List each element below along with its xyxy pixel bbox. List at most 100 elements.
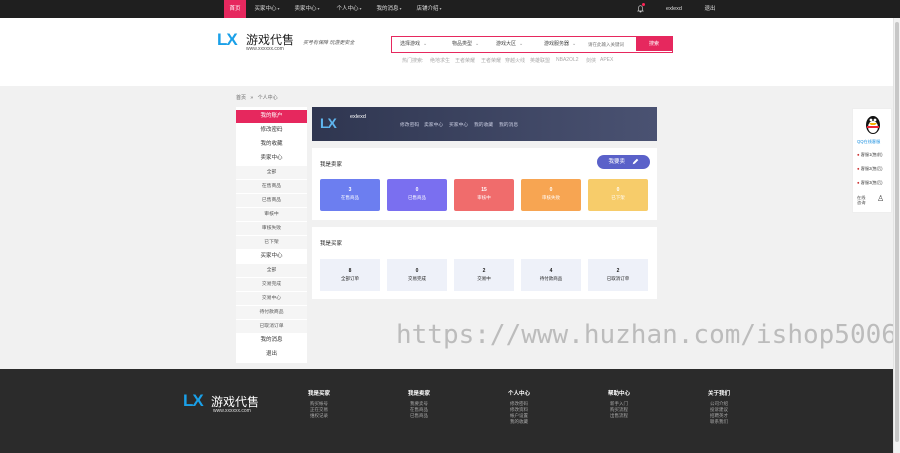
bell-icon[interactable] [634,0,646,18]
stat-label: 在售商品 [341,195,359,200]
sidebar-item[interactable]: 我的账户 [236,110,307,123]
nav-messages[interactable]: 我的消息▾ [374,0,404,18]
sidebar-item[interactable]: 已下架 [236,236,307,249]
stat-value: 2 [482,268,486,274]
footer-link[interactable]: 联系我们 [694,419,744,425]
profile-link-messages[interactable]: 我的消息 [499,121,518,128]
seller-stat-card[interactable]: 0 已售商品 [387,179,447,211]
breadcrumb-current: 个人中心 [257,95,278,101]
select-label: 选择游戏 [400,41,421,47]
stat-value: 2 [616,268,620,274]
footer-column-title: 帮助中心 [607,391,630,397]
seller-stat-card[interactable]: 0 审核失败 [521,179,581,211]
nav-seller-center[interactable]: 卖家中心▾ [292,0,322,18]
breadcrumb-home[interactable]: 首页 [236,95,246,101]
stat-value: 4 [549,268,553,274]
sidebar-item[interactable]: 在售商品 [236,180,307,193]
stat-value: 15 [481,187,487,193]
username-link[interactable]: exlexd [660,0,688,18]
logo-mark: LX [217,30,238,49]
sidebar-item[interactable]: 修改密码 [236,124,307,137]
nav-buyer-center[interactable]: 买家中心▾ [252,0,282,18]
service-item[interactable]: ● 客服3(售后) [857,180,883,186]
footer-link[interactable]: 已售商品 [394,413,444,419]
site-logo[interactable]: LX 游戏代售 www.xxxxxx.com [217,30,294,52]
footer-column: 我是买家 购买帐号 正在交易 维权记录 [294,389,344,419]
profile-link-password[interactable]: 修改密码 [400,121,419,128]
search-button-label: 搜索 [648,41,659,47]
sidebar-item[interactable]: 审核失败 [236,222,307,235]
sidebar-item[interactable]: 交易完成 [236,278,307,291]
footer-column: 关于我们 公司介绍 投诉建议 招聘英才 联系我们 [694,389,744,425]
service-label: 客服3(售后) [860,180,883,185]
online-consult-button[interactable]: 在线 咨询 [857,195,865,205]
nav-personal-center[interactable]: 个人中心▾ [334,0,364,18]
hot-search-item[interactable]: 穿越火线 [505,57,525,64]
sidebar-item[interactable]: 待付款商品 [236,306,307,319]
footer-link[interactable]: 维权记录 [294,413,344,419]
seller-stat-card[interactable]: 3 在售商品 [320,179,380,211]
sidebar-item[interactable]: 全部 [236,264,307,277]
sell-button[interactable]: 我要卖 [597,155,650,169]
site-footer: LX 游戏代售 www.xxxxxx.com 我是买家 购买帐号 正在交易 维权记录我… [0,369,900,453]
item-type-select[interactable]: 物品类型 ⌄ [452,39,479,50]
service-item[interactable]: ● 客服1(售前) [857,152,883,158]
profile-banner: LX exlexd 修改密码 卖家中心 买家中心 我的收藏 我的消息 [312,107,657,141]
qq-service-title[interactable]: QQ在线客服 [857,139,880,145]
hot-search-item[interactable]: 剑侠 [586,57,596,64]
footer-link[interactable]: 我的收藏 [494,419,544,425]
buyer-stat-card[interactable]: 8 全部订单 [320,259,380,291]
search-input[interactable] [588,39,638,50]
seller-stat-card[interactable]: 15 审核中 [454,179,514,211]
select-label: 游戏大区 [496,41,517,47]
stat-value: 8 [348,268,352,274]
hot-search-item[interactable]: 英雄联盟 [530,57,550,64]
logout-link[interactable]: 退出 [700,0,720,18]
sidebar-item: 卖家中心 [236,152,307,165]
game-select[interactable]: 选择游戏 ⌄ [400,39,427,50]
sidebar-item[interactable]: 我的收藏 [236,138,307,151]
buyer-stat-card[interactable]: 2 已取消订单 [588,259,648,291]
nav-label: 首页 [229,6,241,12]
profile-link-seller[interactable]: 卖家中心 [424,121,443,128]
nav-label: 买家中心 [254,6,277,12]
service-item[interactable]: ● 客服2(售后) [857,166,883,172]
region-select[interactable]: 游戏大区 ⌄ [496,39,523,50]
sidebar-item[interactable]: 审核中 [236,208,307,221]
stat-label: 交易完成 [408,276,426,281]
sidebar-item[interactable]: 全部 [236,166,307,179]
footer-logo-url: www.xxxxxx.com [213,408,251,414]
sidebar-item[interactable]: 已取消订单 [236,320,307,333]
buyer-stat-card[interactable]: 0 交易完成 [387,259,447,291]
hot-search-item[interactable]: 绝地求生 [430,57,450,64]
footer-link[interactable]: 出售流程 [594,413,644,419]
sidebar-item[interactable]: 退出 [236,348,307,361]
seller-panel: 我是卖家 我要卖 3 在售商品 0 已售商品 15 审核中 0 审核失败 0 已下架 [312,148,657,220]
stat-value: 0 [415,268,419,274]
nav-home[interactable]: 首页 [224,0,246,18]
profile-link-buyer[interactable]: 买家中心 [449,121,468,128]
user-icon[interactable]: ♙ [877,194,884,203]
seller-stat-card[interactable]: 0 已下架 [588,179,648,211]
nav-store-intro[interactable]: 店铺介绍▾ [414,0,444,18]
service-label: 客服1(售前) [860,152,883,157]
footer-column: 帮助中心 新手入门 购买流程 出售流程 [594,389,644,419]
sidebar-item[interactable]: 交易中心 [236,292,307,305]
hot-search-item[interactable]: APEX [600,57,613,63]
stat-label: 审核失败 [542,195,560,200]
sidebar-item[interactable]: 已售商品 [236,194,307,207]
stat-value: 0 [549,187,553,193]
search-button[interactable]: 搜索 [636,37,672,51]
footer-column: 个人中心 修改密码 修改资料 帐户设置 我的收藏 [494,389,544,425]
server-select[interactable]: 游戏服务器 ⌄ [544,39,576,50]
buyer-stat-card[interactable]: 4 待付款商品 [521,259,581,291]
scrollbar[interactable] [893,18,900,453]
hot-search-item[interactable]: 王者荣耀 [455,57,475,64]
sidebar-item[interactable]: 我的消息 [236,334,307,347]
profile-link-favorites[interactable]: 我的收藏 [474,121,493,128]
stat-label: 已取消订单 [606,276,630,281]
buyer-stat-card[interactable]: 2 交易中 [454,259,514,291]
hot-search-item[interactable]: NBA2OL2 [556,57,579,63]
scrollbar-thumb[interactable] [895,22,899,442]
hot-search-item[interactable]: 王者荣耀 [481,57,501,64]
